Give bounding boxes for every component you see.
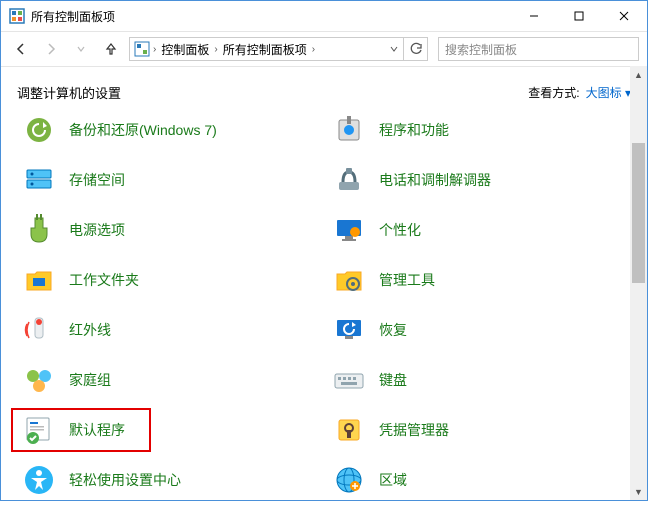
control-panel-item[interactable]: 工作文件夹 (17, 262, 327, 298)
backup-restore-icon (21, 112, 57, 148)
recovery-icon (331, 312, 367, 348)
programs-features-icon (331, 112, 367, 148)
control-panel-item-label: 红外线 (69, 320, 111, 340)
control-panel-item-label: 恢复 (379, 320, 407, 340)
control-panel-item[interactable]: 家庭组 (17, 362, 327, 398)
control-panel-item-label: 管理工具 (379, 270, 435, 290)
items-grid: 备份和还原(Windows 7) 程序和功能存储空间 电话和调制解调器电源选项 个性化… (17, 112, 637, 498)
control-panel-item[interactable]: 管理工具 (327, 262, 637, 298)
control-panel-item[interactable]: 恢复 (327, 312, 637, 348)
scroll-down-button[interactable]: ▼ (630, 483, 647, 500)
forward-button[interactable] (39, 37, 63, 61)
control-panel-item-label: 存储空间 (69, 170, 125, 190)
control-panel-item-label: 工作文件夹 (69, 270, 139, 290)
control-panel-item[interactable]: 备份和还原(Windows 7) (17, 112, 327, 148)
up-button[interactable] (99, 37, 123, 61)
scroll-thumb[interactable] (632, 143, 645, 283)
control-panel-item-label: 键盘 (379, 370, 407, 390)
control-panel-item[interactable]: 红外线 (17, 312, 327, 348)
nav-bar: › 控制面板 › 所有控制面板项 › 搜索控制面板 (1, 31, 647, 67)
window-controls (511, 1, 647, 31)
control-panel-item[interactable]: 程序和功能 (327, 112, 637, 148)
control-panel-item-label: 默认程序 (69, 420, 125, 440)
control-panel-item-label: 区域 (379, 470, 407, 490)
control-panel-item-label: 轻松使用设置中心 (69, 470, 181, 490)
control-panel-small-icon (134, 41, 150, 57)
control-panel-item[interactable]: 电源选项 (17, 212, 327, 248)
credential-manager-icon (331, 412, 367, 448)
view-by: 查看方式: 大图标 ▾ (528, 84, 631, 101)
keyboard-icon (331, 362, 367, 398)
back-button[interactable] (9, 37, 33, 61)
breadcrumb-seg-2[interactable]: 所有控制面板项 (221, 41, 309, 58)
homegroup-icon (21, 362, 57, 398)
close-button[interactable] (601, 1, 647, 31)
chevron-right-icon: › (153, 44, 156, 55)
control-panel-item-label: 电源选项 (69, 220, 125, 240)
control-panel-item[interactable]: 存储空间 (17, 162, 327, 198)
phone-modem-icon (331, 162, 367, 198)
chevron-right-icon: › (312, 44, 315, 55)
control-panel-item[interactable]: 区域 (327, 462, 637, 498)
content-header: 调整计算机的设置 查看方式: 大图标 ▾ (1, 67, 647, 112)
view-by-value: 大图标 (586, 86, 622, 100)
infrared-icon (21, 312, 57, 348)
vertical-scrollbar[interactable]: ▲ ▼ (630, 66, 647, 500)
control-panel-item[interactable]: 默认程序 (17, 412, 327, 448)
admin-tools-icon (331, 262, 367, 298)
power-options-icon (21, 212, 57, 248)
breadcrumb-seg-1[interactable]: 控制面板 (159, 41, 211, 58)
control-panel-item[interactable]: 轻松使用设置中心 (17, 462, 327, 498)
control-panel-item-label: 电话和调制解调器 (379, 170, 491, 190)
control-panel-item[interactable]: 电话和调制解调器 (327, 162, 637, 198)
ease-of-access-icon (21, 462, 57, 498)
view-by-dropdown[interactable]: 大图标 ▾ (586, 84, 631, 101)
scroll-up-button[interactable]: ▲ (630, 66, 647, 83)
minimize-button[interactable] (511, 1, 556, 31)
title-left: 所有控制面板项 (9, 8, 115, 25)
items-area: 备份和还原(Windows 7) 程序和功能存储空间 电话和调制解调器电源选项 个性化… (1, 112, 647, 508)
page-title: 调整计算机的设置 (17, 83, 121, 102)
chevron-down-icon[interactable] (389, 44, 399, 54)
title-bar: 所有控制面板项 (1, 1, 647, 31)
control-panel-item[interactable]: 个性化 (327, 212, 637, 248)
maximize-button[interactable] (556, 1, 601, 31)
refresh-button[interactable] (404, 37, 428, 61)
control-panel-icon (9, 8, 25, 24)
default-programs-icon (21, 412, 57, 448)
view-by-label: 查看方式: (528, 84, 579, 101)
chevron-right-icon: › (214, 44, 217, 55)
personalization-icon (331, 212, 367, 248)
region-icon (331, 462, 367, 498)
search-input[interactable]: 搜索控制面板 (438, 37, 639, 61)
work-folders-icon (21, 262, 57, 298)
breadcrumb[interactable]: › 控制面板 › 所有控制面板项 › (129, 37, 404, 61)
control-panel-item[interactable]: 凭据管理器 (327, 412, 637, 448)
scroll-track[interactable] (630, 83, 647, 483)
window-title: 所有控制面板项 (31, 8, 115, 25)
search-placeholder: 搜索控制面板 (445, 41, 517, 58)
control-panel-item[interactable]: 键盘 (327, 362, 637, 398)
control-panel-item-label: 家庭组 (69, 370, 111, 390)
control-panel-item-label: 凭据管理器 (379, 420, 449, 440)
control-panel-item-label: 个性化 (379, 220, 421, 240)
control-panel-item-label: 程序和功能 (379, 120, 449, 140)
storage-spaces-icon (21, 162, 57, 198)
recent-locations-button[interactable] (69, 37, 93, 61)
control-panel-item-label: 备份和还原(Windows 7) (69, 120, 217, 140)
